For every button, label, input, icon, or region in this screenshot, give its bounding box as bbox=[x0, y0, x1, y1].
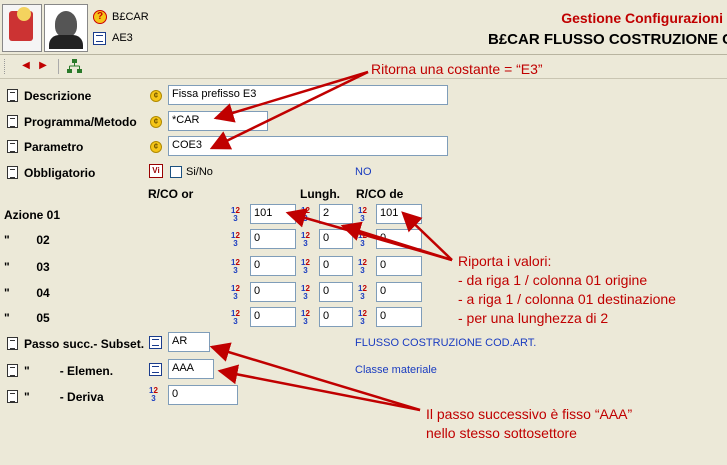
annotation-line: Riporta i valori: bbox=[458, 253, 552, 269]
annotation-bottom: Il passo successivo è fisso “AAA” nello … bbox=[426, 405, 632, 443]
annotation-arrows bbox=[209, 70, 453, 412]
arrow-top-2 bbox=[209, 70, 369, 150]
arrow-top-1 bbox=[213, 70, 369, 123]
annotation-middle: Riporta i valori: - da riga 1 / colonna … bbox=[458, 252, 676, 328]
annotation-top: Ritorna una costante = “E3” bbox=[371, 61, 543, 77]
annotation-line: Il passo successivo è fisso “AAA” bbox=[426, 406, 633, 422]
annotation-line: nello stesso sottosettore bbox=[426, 425, 577, 441]
annotation-line: - da riga 1 / colonna 01 origine bbox=[458, 272, 648, 288]
arrow-bottom-1 bbox=[209, 342, 421, 412]
annotation-line: - a riga 1 / colonna 01 destinazione bbox=[458, 291, 676, 307]
arrow-bottom-2 bbox=[217, 364, 421, 412]
annotation-line: - per una lunghezza di 2 bbox=[458, 310, 609, 326]
